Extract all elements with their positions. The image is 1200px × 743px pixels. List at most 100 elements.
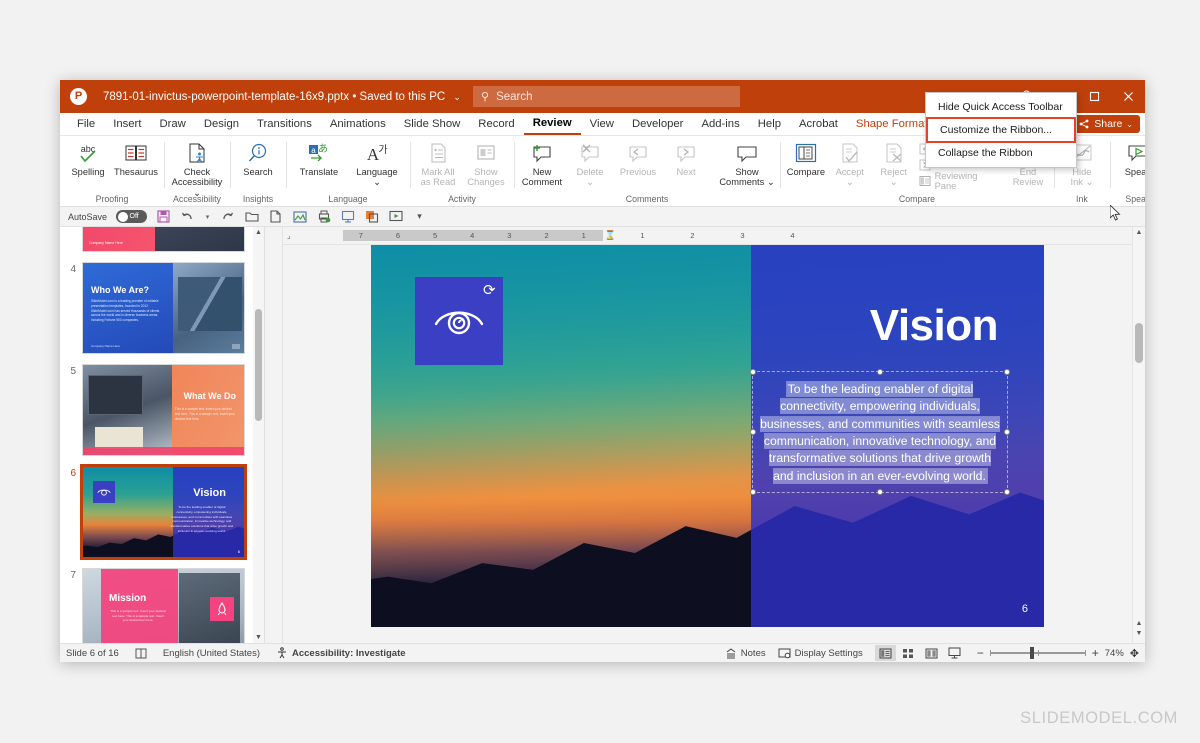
ribbon-button-spelling[interactable]: abc Spelling xyxy=(64,139,112,177)
accessibility-status[interactable]: Accessibility: Investigate xyxy=(276,647,406,659)
search-input[interactable]: ⚲ Search xyxy=(473,86,740,107)
tab-add-ins[interactable]: Add-ins xyxy=(692,113,748,135)
previous-slide-arrow-icon[interactable]: ▲ xyxy=(1133,620,1145,627)
insert-picture-icon[interactable] xyxy=(292,209,307,224)
menu-item-hide-quick-access-toolbar[interactable]: Hide Quick Access Toolbar xyxy=(926,96,1076,118)
thumbnail-slide-4[interactable]: Who We Are? SlideModel.com is a leading … xyxy=(82,262,245,354)
normal-view-button[interactable] xyxy=(875,645,896,661)
slide-title[interactable]: Vision xyxy=(870,301,998,351)
menu-item-customize-the-ribbon[interactable]: Customize the Ribbon... xyxy=(928,119,1074,141)
zoom-slider-knob[interactable] xyxy=(1030,647,1034,659)
zoom-level-label[interactable]: 74% xyxy=(1105,648,1124,659)
new-file-icon[interactable] xyxy=(268,209,283,224)
list-item[interactable]: 7 Mission This is a sample text. Insert … xyxy=(60,563,264,643)
undo-icon[interactable] xyxy=(180,209,195,224)
list-item[interactable]: 6 Vision To be the leading enabler of di… xyxy=(60,461,264,563)
next-slide-arrow-icon[interactable]: ▼ xyxy=(1133,630,1145,637)
resize-handle-s[interactable] xyxy=(877,489,883,495)
ribbon-button-new-comment[interactable]: New Comment xyxy=(518,139,566,188)
resize-handle-ne[interactable] xyxy=(1004,369,1010,375)
scroll-down-arrow-icon[interactable]: ▼ xyxy=(253,634,264,641)
notes-button[interactable]: Notes xyxy=(725,648,766,659)
zoom-in-button[interactable]: + xyxy=(1092,646,1099,660)
tab-help[interactable]: Help xyxy=(749,113,790,135)
ribbon-button-compare[interactable]: Compare xyxy=(784,139,828,177)
slide-sorter-button[interactable] xyxy=(898,645,919,661)
start-slideshow-icon[interactable] xyxy=(340,209,355,224)
thumbnail-slide-7[interactable]: Mission This is a sample text. Insert yo… xyxy=(82,568,245,643)
save-icon[interactable] xyxy=(156,209,171,224)
slideshow-button[interactable] xyxy=(944,645,965,661)
list-item[interactable]: 4 Who We Are? SlideModel.com is a leadin… xyxy=(60,257,264,359)
share-button[interactable]: Share ⌄ xyxy=(1072,115,1140,133)
resize-handle-se[interactable] xyxy=(1004,489,1010,495)
ribbon-button-show-comments[interactable]: Show Comments ⌄ xyxy=(718,139,776,188)
tab-acrobat[interactable]: Acrobat xyxy=(790,113,847,135)
tab-insert[interactable]: Insert xyxy=(104,113,150,135)
zoom-out-button[interactable]: − xyxy=(977,646,984,660)
resize-handle-nw[interactable] xyxy=(750,369,756,375)
list-item[interactable]: 3 Company Name Here xyxy=(60,227,264,257)
ribbon-button-previous-comment[interactable]: Previous xyxy=(614,139,662,177)
tab-view[interactable]: View xyxy=(581,113,623,135)
ruler-hourglass-marker-icon[interactable]: ⌛ xyxy=(605,230,616,241)
display-settings-button[interactable]: Display Settings xyxy=(778,648,863,659)
language-indicator[interactable]: English (United States) xyxy=(163,648,260,659)
tab-transitions[interactable]: Transitions xyxy=(248,113,321,135)
duplicate-slide-icon[interactable] xyxy=(364,209,379,224)
title-chevron-down-icon[interactable]: ⌄ xyxy=(453,92,461,102)
resize-handle-sw[interactable] xyxy=(750,489,756,495)
reading-view-button[interactable] xyxy=(921,645,942,661)
tab-review[interactable]: Review xyxy=(524,113,581,135)
ribbon-button-reject[interactable]: Reject ⌄ xyxy=(872,139,916,188)
ribbon-button-show-changes[interactable]: Show Changes xyxy=(462,139,510,188)
close-button[interactable] xyxy=(1111,80,1145,113)
scroll-up-arrow-icon[interactable]: ▲ xyxy=(253,227,264,236)
tab-developer[interactable]: Developer xyxy=(623,113,693,135)
fit-slide-to-window-button[interactable]: ✥ xyxy=(1130,647,1139,660)
zoom-slider[interactable] xyxy=(990,646,1086,660)
thumbnail-scrollbar[interactable]: ▲ ▼ xyxy=(253,227,264,643)
tab-record[interactable]: Record xyxy=(469,113,523,135)
tab-draw[interactable]: Draw xyxy=(150,113,194,135)
resize-handle-w[interactable] xyxy=(750,429,756,435)
thumbnail-slide-6[interactable]: Vision To be the leading enabler of digi… xyxy=(82,466,245,558)
slide-scroll-thumb[interactable] xyxy=(1135,323,1143,363)
slide-counter[interactable]: Slide 6 of 16 xyxy=(66,648,119,659)
quick-access-context-menu[interactable]: Hide Quick Access Toolbar Customize the … xyxy=(925,92,1077,168)
ribbon-button-translate[interactable]: aあ Translate xyxy=(290,139,348,177)
thumbnail-scroll-thumb[interactable] xyxy=(255,309,262,421)
present-icon[interactable] xyxy=(388,209,403,224)
undo-dropdown-icon[interactable]: ▾ xyxy=(204,209,211,224)
autosave-toggle[interactable]: Off xyxy=(116,210,147,223)
slide-notes-indicator-icon[interactable] xyxy=(135,648,147,659)
slide-pane-scrollbar[interactable]: ▲ ▲ ▼ xyxy=(1132,227,1145,643)
print-preview-icon[interactable] xyxy=(316,209,331,224)
slide-thumbnail-pane[interactable]: 3 Company Name Here 4 Who We Are? SlideM… xyxy=(60,227,265,643)
ribbon-button-language[interactable]: A가 Language ⌄ xyxy=(348,139,406,188)
ribbon-button-check-accessibility[interactable]: Check Accessibility ⌄ xyxy=(168,139,226,198)
thumbnail-slide-3[interactable]: Company Name Here xyxy=(82,227,245,252)
ribbon-button-next-comment[interactable]: Next xyxy=(662,139,710,177)
tab-animations[interactable]: Animations xyxy=(321,113,395,135)
slide-body-textbox[interactable]: To be the leading enabler of digital con… xyxy=(760,381,1000,485)
slide-canvas[interactable]: Vision ⟳ To be the l xyxy=(371,245,1044,627)
ribbon-button-reviewing-pane[interactable]: Reviewing Pane xyxy=(916,174,998,189)
tab-shape-format[interactable]: Shape Format xyxy=(847,113,937,135)
resize-handle-e[interactable] xyxy=(1004,429,1010,435)
qat-overflow-icon[interactable]: ▾ xyxy=(412,209,427,224)
tab-design[interactable]: Design xyxy=(195,113,248,135)
ribbon-button-mark-all-as-read[interactable]: Mark All as Read xyxy=(414,139,462,188)
tab-slide-show[interactable]: Slide Show xyxy=(395,113,470,135)
thumbnail-slide-5[interactable]: What We Do This is a sample text. Insert… xyxy=(82,364,245,456)
scroll-up-arrow-icon[interactable]: ▲ xyxy=(1133,229,1145,236)
ribbon-button-search[interactable]: Search xyxy=(234,139,282,177)
menu-item-collapse-the-ribbon[interactable]: Collapse the Ribbon xyxy=(926,142,1076,164)
list-item[interactable]: 5 What We Do This is a sample text. Inse… xyxy=(60,359,264,461)
ribbon-button-thesaurus[interactable]: Thesaurus xyxy=(112,139,160,177)
ribbon-button-delete-comment[interactable]: Delete ⌄ xyxy=(566,139,614,188)
ribbon-button-speak[interactable]: Speak xyxy=(1114,139,1145,177)
ruler-indent-marker-icon[interactable]: ⌟ xyxy=(283,231,291,240)
ribbon-button-accept[interactable]: Accept ⌄ xyxy=(828,139,872,188)
maximize-button[interactable] xyxy=(1077,80,1111,113)
